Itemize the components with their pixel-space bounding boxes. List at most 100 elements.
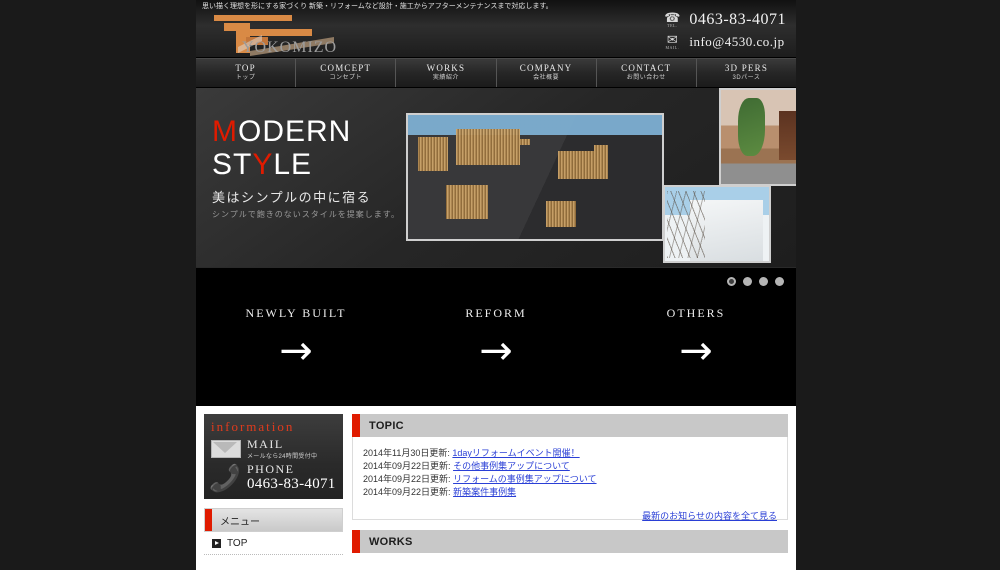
- topic-row: 2014年09月22日更新: リフォームの事例集アップについて: [363, 473, 777, 486]
- topic-title: TOPIC: [369, 419, 404, 432]
- hero-title-pre-st: ST: [212, 148, 253, 181]
- header-tel-value: 0463-83-4071: [689, 11, 786, 28]
- header-mail-value: info@4530.co.jp: [689, 34, 785, 49]
- site-page: 思い描く理想を形にする家づくり 新築・リフォームなど設計・施工からアフターメンテ…: [196, 0, 796, 570]
- arrow-right-icon: →: [679, 328, 713, 374]
- carousel-dot-1[interactable]: [727, 277, 736, 286]
- category-newly-built[interactable]: NEWLY BUILT →: [196, 306, 396, 374]
- hero-subtitle: 美はシンプルの中に宿る: [212, 190, 372, 205]
- nav-label-jp: お問い合わせ: [626, 75, 666, 81]
- nav-item-contact[interactable]: CONTACT お問い合わせ: [597, 59, 697, 87]
- sidebar-mail-note: メールなら24時間受付中: [247, 454, 318, 460]
- sidebar-phone-label: PHONE: [247, 462, 295, 476]
- topic-row: 2014年11月30日更新: 1dayリフォームイベント開催！: [363, 447, 777, 460]
- nav-item-3d-pers[interactable]: 3D PERS 3Dパース: [697, 59, 796, 87]
- carousel-dot-3[interactable]: [759, 277, 768, 286]
- topic-link[interactable]: 新築案件事例集: [453, 487, 516, 497]
- category-reform[interactable]: REFORM →: [396, 306, 596, 374]
- nav-label-jp: 3Dパース: [732, 75, 761, 81]
- main-navigation: TOP トップ COMCEPT コンセプト WORKS 実績紹介 COMPANY…: [196, 58, 796, 88]
- topic-view-all-link[interactable]: 最新のお知らせの内容を全て見る: [642, 511, 777, 521]
- lower-content: information MAIL メールなら24時間受付中 📞 PHONE 04…: [196, 406, 796, 570]
- works-title: WORKS: [369, 535, 413, 548]
- sidebar-menu-title: メニュー: [220, 516, 260, 528]
- logo-text: YOKOMIZO: [242, 39, 338, 56]
- nav-label-jp: コンセプト: [329, 75, 363, 81]
- bullet-arrow-icon: [212, 538, 221, 548]
- category-label: NEWLY BUILT: [245, 306, 347, 320]
- hero-title-line2: STYLE: [212, 148, 400, 181]
- sidebar-phone-value: 0463-83-4071: [247, 476, 336, 492]
- sidebar-phone-row: 📞 PHONE 0463-83-4071: [208, 462, 336, 493]
- modern-black-house-photo: [406, 113, 664, 241]
- telephone-handset-icon: 📞: [208, 462, 241, 493]
- carousel-dot-4[interactable]: [775, 277, 784, 286]
- hero-title-post-le: LE: [273, 148, 313, 181]
- topic-link[interactable]: その他事例集アップについて: [453, 461, 570, 471]
- topic-list: 2014年11月30日更新: 1dayリフォームイベント開催！ 2014年09月…: [352, 437, 788, 521]
- envelope-icon: [211, 440, 241, 458]
- hero-caption: シンプルで飽きのないスタイルを提案します。: [212, 210, 400, 219]
- header-mail-row[interactable]: ✉ MAIL. info@4530.co.jp: [661, 32, 786, 52]
- header-tel-row: ☎ TEL. 0463-83-4071: [661, 10, 786, 30]
- topic-link[interactable]: 1dayリフォームイベント開催！: [452, 448, 579, 458]
- hero-banner: MODERN STYLE 美はシンプルの中に宿る シンプルで飽きのないスタイルを…: [196, 88, 796, 267]
- section-accent-bar: [352, 530, 360, 553]
- brick-entrance-photo: [719, 88, 796, 186]
- site-logo[interactable]: YOKOMIZO: [202, 11, 347, 56]
- sidebar-item-top[interactable]: TOP: [204, 532, 343, 555]
- telephone-icon: ☎ TEL.: [664, 10, 681, 28]
- menu-accent-bar: [205, 509, 212, 531]
- hero-title-accent-m: M: [212, 115, 238, 148]
- hero-title-line1: MODERN: [212, 115, 400, 148]
- topic-more-wrap: 最新のお知らせの内容を全て見る: [363, 506, 777, 524]
- carousel-dots: [727, 277, 784, 286]
- main-content: TOPIC 2014年11月30日更新: 1dayリフォームイベント開催！ 20…: [352, 414, 788, 570]
- sidebar-mail-row[interactable]: MAIL メールなら24時間受付中: [211, 438, 336, 460]
- information-box: information MAIL メールなら24時間受付中 📞 PHONE 04…: [204, 414, 343, 499]
- category-list: NEWLY BUILT → REFORM → OTHERS →: [196, 268, 796, 374]
- sidebar-mail-text: MAIL メールなら24時間受付中: [247, 438, 318, 461]
- topic-date: 2014年09月22日更新:: [363, 474, 451, 484]
- works-section-header: WORKS: [352, 530, 788, 553]
- nav-label-en: 3D PERS: [724, 63, 769, 73]
- nav-label-en: TOP: [235, 63, 256, 73]
- arrow-right-icon: →: [479, 328, 513, 374]
- hero-title-accent-y: Y: [252, 148, 274, 181]
- white-house-photo: [663, 185, 771, 263]
- topic-section-header: TOPIC: [352, 414, 788, 437]
- envelope-icon: ✉ MAIL.: [665, 32, 680, 50]
- nav-label-en: CONTACT: [621, 63, 672, 73]
- site-tagline: 思い描く理想を形にする家づくり 新築・リフォームなど設計・施工からアフターメンテ…: [202, 3, 553, 10]
- header-contact: ☎ TEL. 0463-83-4071 ✉ MAIL. info@4530.co…: [661, 10, 786, 54]
- nav-label-jp: 会社概要: [533, 75, 560, 81]
- hero-title-rest-odern: ODERN: [238, 115, 352, 148]
- sidebar: information MAIL メールなら24時間受付中 📞 PHONE 04…: [204, 414, 343, 570]
- topic-link[interactable]: リフォームの事例集アップについて: [453, 474, 596, 484]
- category-others[interactable]: OTHERS →: [596, 306, 796, 374]
- topic-row: 2014年09月22日更新: その他事例集アップについて: [363, 460, 777, 473]
- nav-label-en: COMCEPT: [320, 63, 372, 73]
- hero-copy: MODERN STYLE 美はシンプルの中に宿る シンプルで飽きのないスタイルを…: [212, 115, 400, 220]
- sidebar-item-label: TOP: [227, 537, 248, 549]
- topic-row: 2014年09月22日更新: 新築案件事例集: [363, 486, 777, 499]
- arrow-right-icon: →: [279, 328, 313, 374]
- nav-item-works[interactable]: WORKS 実績紹介: [396, 59, 497, 87]
- carousel-dot-2[interactable]: [743, 277, 752, 286]
- tel-icon-label: TEL.: [667, 23, 678, 28]
- category-label: OTHERS: [666, 306, 726, 320]
- nav-label-jp: トップ: [235, 75, 256, 81]
- topic-date: 2014年11月30日更新:: [363, 448, 450, 458]
- nav-item-top[interactable]: TOP トップ: [196, 59, 297, 87]
- nav-label-en: COMPANY: [519, 63, 573, 73]
- section-accent-bar: [352, 414, 360, 437]
- site-header: 思い描く理想を形にする家づくり 新築・リフォームなど設計・施工からアフターメンテ…: [196, 0, 796, 58]
- information-title: information: [211, 419, 295, 434]
- nav-item-company[interactable]: COMPANY 会社概要: [497, 59, 597, 87]
- topic-date: 2014年09月22日更新:: [363, 487, 451, 497]
- nav-label-jp: 実績紹介: [432, 75, 459, 81]
- category-band: NEWLY BUILT → REFORM → OTHERS →: [196, 267, 796, 406]
- nav-item-comcept[interactable]: COMCEPT コンセプト: [296, 59, 397, 87]
- sidebar-phone-text: PHONE 0463-83-4071: [247, 462, 336, 493]
- mail-icon-label: MAIL.: [665, 45, 680, 50]
